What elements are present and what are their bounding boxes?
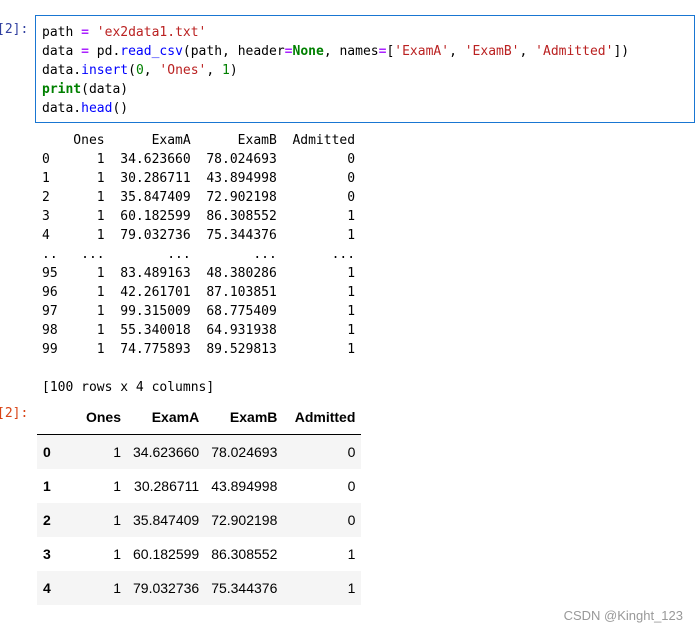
cell-ones: 1 [113, 546, 121, 562]
cell-examB: 43.894998 [211, 478, 278, 494]
cell-examB: 78.024693 [211, 444, 278, 460]
table-row: 2 1 35.847409 72.902198 0 [37, 503, 362, 537]
code-line-2: data = pd.read_csv(path, header=None, na… [42, 44, 630, 59]
stdout-output: Ones ExamA ExamB Admitted 0 1 34.623660 … [42, 133, 356, 395]
cell-admitted: 1 [347, 580, 356, 596]
cell-examA: 35.847409 [133, 512, 200, 528]
cell-ones: 1 [113, 444, 121, 460]
column-header-admitted: Admitted [283, 400, 362, 435]
table-row: 0 1 34.623660 78.024693 0 [37, 434, 362, 469]
cell-admitted: 0 [347, 478, 356, 494]
cell-examA: 34.623660 [133, 444, 200, 460]
code-line-5: data.head() [42, 101, 129, 116]
row-index: 0 [43, 444, 51, 460]
cell-admitted: 0 [347, 512, 356, 528]
table-row: 4 1 79.032736 75.344376 1 [37, 571, 362, 605]
dataframe-table: Ones ExamA ExamB Admitted 0 1 34.623660 … [37, 400, 362, 605]
watermark: CSDN @Kinght_123 [563, 608, 683, 623]
table-row: 3 1 60.182599 86.308552 1 [37, 537, 362, 571]
row-index: 4 [43, 580, 51, 596]
table-row: 1 1 30.286711 43.894998 0 [37, 469, 362, 503]
input-prompt: [2]: [0, 22, 29, 37]
code-line-4: print(data) [42, 82, 129, 97]
column-header-examB: ExamB [205, 400, 284, 435]
row-index: 3 [43, 546, 51, 562]
code-cell-editor[interactable]: path = 'ex2data1.txt' data = pd.read_csv… [35, 15, 695, 123]
cell-examB: 72.902198 [211, 512, 278, 528]
cell-ones: 1 [113, 478, 121, 494]
row-index: 2 [43, 512, 51, 528]
dataframe-header-row: Ones ExamA ExamB Admitted [37, 400, 362, 435]
row-index: 1 [43, 478, 51, 494]
code-line-1: path = 'ex2data1.txt' [42, 25, 207, 40]
cell-examB: 75.344376 [211, 580, 278, 596]
cell-examA: 79.032736 [133, 580, 200, 596]
column-header-ones: Ones [73, 400, 127, 435]
cell-ones: 1 [113, 512, 121, 528]
cell-examA: 60.182599 [133, 546, 200, 562]
index-header [37, 400, 73, 435]
cell-ones: 1 [113, 580, 121, 596]
output-prompt: [2]: [0, 406, 29, 421]
cell-examB: 86.308552 [211, 546, 278, 562]
cell-examA: 30.286711 [134, 478, 200, 494]
column-header-examA: ExamA [127, 400, 206, 435]
cell-admitted: 0 [347, 444, 356, 460]
code-text[interactable]: path = 'ex2data1.txt' data = pd.read_csv… [42, 23, 629, 118]
code-line-3: data.insert(0, 'Ones', 1) [42, 63, 238, 78]
cell-admitted: 1 [347, 546, 356, 562]
